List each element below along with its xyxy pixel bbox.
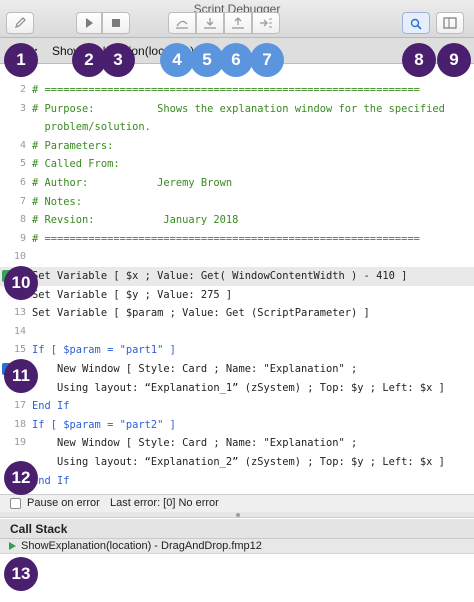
script-step-line[interactable]: 12Set Variable [ $y ; Value: 275 ] bbox=[0, 286, 474, 305]
script-debugger-window: Script Debugger t: ShowExpla bbox=[0, 0, 474, 602]
line-number: 17 bbox=[13, 400, 26, 412]
halt-button[interactable] bbox=[102, 12, 130, 34]
script-step-text: Using layout: “Explanation_2” (zSystem) … bbox=[32, 456, 445, 468]
callout-13: 13 bbox=[4, 557, 38, 591]
script-steps-pane[interactable]: 2 # =====================================… bbox=[0, 65, 474, 495]
line-number: 7 bbox=[19, 195, 26, 207]
stop-icon bbox=[112, 19, 120, 27]
script-step-line[interactable]: 5 # Called From: bbox=[0, 155, 474, 174]
pause-on-error-checkbox[interactable] bbox=[10, 498, 21, 509]
step-over-icon bbox=[176, 20, 188, 29]
script-step-text: # ======================================… bbox=[32, 84, 420, 96]
line-number: 9 bbox=[19, 232, 26, 244]
splitter-handle-icon bbox=[236, 513, 240, 517]
script-step-line[interactable]: 11Set Variable [ $x ; Value: Get( Window… bbox=[0, 267, 474, 286]
step-out-icon bbox=[232, 17, 244, 29]
line-number: 8 bbox=[19, 214, 26, 226]
pause-on-error-label: Pause on error bbox=[27, 497, 100, 509]
play-icon bbox=[9, 542, 16, 550]
script-step-line[interactable]: 4 # Parameters: bbox=[0, 137, 474, 156]
callout-4: 4 bbox=[160, 43, 194, 77]
callout-1: 1 bbox=[4, 43, 38, 77]
set-next-step-button[interactable] bbox=[252, 12, 280, 34]
script-step-line[interactable]: 16 New Window [ Style: Card ; Name: "Exp… bbox=[0, 360, 474, 379]
script-step-text: # Revsion: January 2018 bbox=[32, 214, 239, 227]
script-step-line[interactable]: 10 bbox=[0, 248, 474, 267]
callout-6: 6 bbox=[219, 43, 253, 77]
line-number: 14 bbox=[13, 325, 26, 337]
step-into-button[interactable] bbox=[196, 12, 224, 34]
script-step-text: New Window [ Style: Card ; Name: "Explan… bbox=[32, 437, 358, 450]
toggle-panel-button[interactable] bbox=[436, 12, 464, 34]
script-step-text: If [ $param = "part2" ] bbox=[32, 418, 176, 431]
script-step-line[interactable]: 2 # =====================================… bbox=[0, 81, 474, 100]
run-button[interactable] bbox=[76, 12, 102, 34]
set-next-step-icon bbox=[260, 18, 272, 28]
toolbar: Script Debugger bbox=[0, 0, 474, 38]
line-number: 4 bbox=[19, 139, 26, 151]
callout-9: 9 bbox=[437, 43, 471, 77]
line-number: 2 bbox=[19, 84, 26, 95]
callout-8: 8 bbox=[402, 43, 436, 77]
script-step-line[interactable]: 17 End If bbox=[0, 397, 474, 416]
line-number: 5 bbox=[19, 158, 26, 170]
line-number: 15 bbox=[13, 344, 26, 356]
pencil-icon bbox=[15, 17, 26, 28]
callout-3: 3 bbox=[101, 43, 135, 77]
pane-splitter[interactable] bbox=[0, 512, 474, 518]
line-number: 10 bbox=[13, 251, 26, 263]
callout-7: 7 bbox=[250, 43, 284, 77]
script-step-text: Using layout: “Explanation_1” (zSystem) … bbox=[32, 381, 445, 394]
script-step-text: New Window [ Style: Card ; Name: "Explan… bbox=[32, 363, 358, 375]
script-step-line[interactable]: 19 New Window [ Style: Card ; Name: "Exp… bbox=[0, 434, 474, 453]
script-step-text: Set Variable [ $x ; Value: Get( WindowCo… bbox=[32, 270, 408, 282]
script-step-line[interactable]: 7 # Notes: bbox=[0, 193, 474, 212]
script-step-text: Set Variable [ $param ; Value: Get (Scri… bbox=[32, 307, 370, 320]
script-step-line[interactable]: Using layout: “Explanation_1” (zSystem) … bbox=[0, 379, 474, 398]
script-step-line[interactable]: problem/solution. bbox=[0, 118, 474, 137]
script-step-line[interactable]: 13 Set Variable [ $param ; Value: Get (Sc… bbox=[0, 304, 474, 323]
script-step-line[interactable]: Using layout: “Explanation_2” (zSystem) … bbox=[0, 453, 474, 472]
script-step-line[interactable]: 6 # Author: Jeremy Brown bbox=[0, 174, 474, 193]
data-viewer-button[interactable] bbox=[402, 12, 430, 34]
step-into-icon bbox=[204, 18, 216, 29]
status-bar: Pause on error Last error: [0] No error bbox=[0, 494, 474, 512]
script-step-text: problem/solution. bbox=[32, 121, 151, 134]
call-stack-entry-label: ShowExplanation(location) - DragAndDrop.… bbox=[21, 540, 262, 552]
script-step-text: If [ $param = "part1" ] bbox=[32, 344, 176, 357]
script-step-text: # Called From: bbox=[32, 158, 120, 171]
line-number: 6 bbox=[19, 177, 26, 188]
line-number: 13 bbox=[13, 307, 26, 319]
script-step-text: # Parameters: bbox=[32, 139, 114, 152]
step-out-button[interactable] bbox=[224, 12, 252, 34]
script-step-text: # Purpose: Shows the explanation window … bbox=[32, 102, 445, 115]
call-stack-entry[interactable]: ShowExplanation(location) - DragAndDrop.… bbox=[0, 539, 474, 554]
step-over-button[interactable] bbox=[168, 12, 196, 34]
script-step-text: # Author: Jeremy Brown bbox=[32, 177, 233, 189]
data-viewer-icon bbox=[410, 18, 422, 30]
callout-10: 10 bbox=[4, 266, 38, 300]
script-step-text: # Notes: bbox=[32, 195, 83, 208]
line-number: 3 bbox=[19, 102, 26, 114]
script-step-line[interactable]: 18 If [ $param = "part2" ] bbox=[0, 416, 474, 435]
script-step-text: End If bbox=[32, 400, 70, 413]
call-stack-header: Call Stack bbox=[0, 519, 474, 539]
line-number: 19 bbox=[13, 437, 26, 449]
script-step-line[interactable]: 8 # Revsion: January 2018 bbox=[0, 211, 474, 230]
callout-11: 11 bbox=[4, 359, 38, 393]
panel-icon bbox=[443, 17, 457, 29]
call-stack-title: Call Stack bbox=[10, 522, 68, 536]
script-step-line[interactable]: 20End If bbox=[0, 472, 474, 491]
script-step-text: # ======================================… bbox=[32, 232, 420, 245]
last-error-text: Last error: [0] No error bbox=[110, 497, 219, 509]
script-step-line[interactable]: 3 # Purpose: Shows the explanation window… bbox=[0, 100, 474, 119]
callout-12: 12 bbox=[4, 461, 38, 495]
edit-script-button[interactable] bbox=[6, 12, 34, 34]
script-step-line[interactable]: 14 bbox=[0, 323, 474, 342]
line-number: 18 bbox=[13, 418, 26, 430]
play-icon bbox=[86, 18, 93, 28]
script-step-line[interactable]: 15 If [ $param = "part1" ] bbox=[0, 341, 474, 360]
script-step-text: Set Variable [ $y ; Value: 275 ] bbox=[32, 288, 233, 301]
script-step-line[interactable]: 9 # =====================================… bbox=[0, 230, 474, 249]
